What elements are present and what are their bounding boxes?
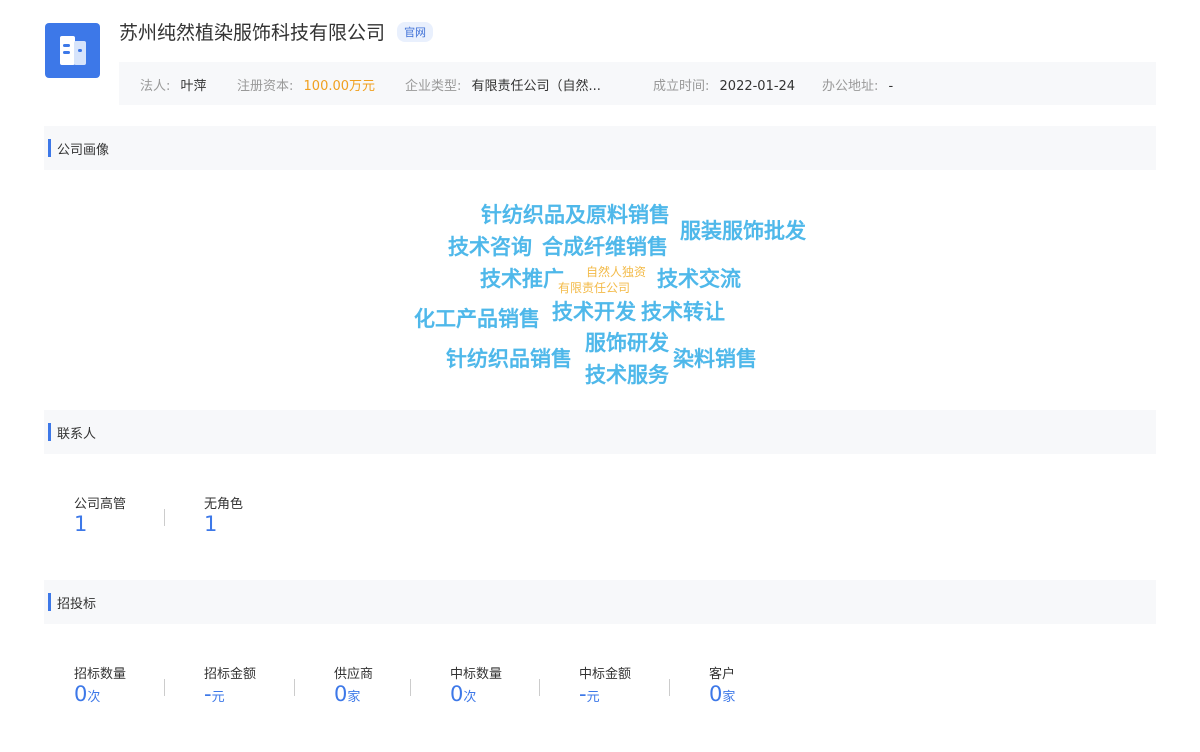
stat-value[interactable]: 0 (450, 682, 463, 706)
cloud-word[interactable]: 针纺织品销售 (446, 343, 572, 373)
section-accent-bar (48, 139, 51, 157)
contacts-section-title: 联系人 (57, 427, 97, 442)
stat-label: 中标金额 (579, 667, 632, 682)
stat-divider (410, 679, 411, 696)
stat-divider (669, 679, 670, 696)
cloud-word[interactable]: 技术交流 (657, 263, 741, 293)
bidding-section-title: 招投标 (57, 597, 97, 612)
bidding-stat-customers[interactable]: 客户 0家 (709, 663, 735, 710)
legal-person-value[interactable]: 叶萍 (181, 79, 207, 94)
registered-capital-label: 注册资本: (237, 79, 294, 94)
stat-unit: 次 (463, 690, 477, 705)
cloud-word[interactable]: 自然人独资 (586, 263, 646, 280)
stat-unit: 元 (586, 690, 600, 705)
stat-divider (164, 679, 165, 696)
stat-label: 招标金额 (204, 667, 257, 682)
portrait-section-title: 公司画像 (57, 143, 110, 158)
cloud-word[interactable]: 针纺织品及原料销售 (481, 199, 670, 229)
stat-unit: 元 (211, 690, 225, 705)
office-address: 办公地址: - (822, 75, 893, 94)
contact-stat-no-role[interactable]: 无角色 1 (204, 493, 243, 536)
established-date-label: 成立时间: (653, 79, 710, 94)
stat-value[interactable]: 0 (334, 682, 347, 706)
bidding-stat-tender-count[interactable]: 招标数量 0次 (74, 663, 126, 710)
stat-value[interactable]: 0 (709, 682, 722, 706)
cloud-word[interactable]: 化工产品销售 (414, 303, 540, 333)
company-name-text: 苏州纯然植染服饰科技有限公司 (119, 22, 386, 44)
cloud-word[interactable]: 技术转让 (641, 296, 725, 326)
company-info-bar: 法人: 叶萍 注册资本: 100.00万元 企业类型: 有限责任公司（自然...… (119, 62, 1156, 105)
company-type-label: 企业类型: (405, 79, 462, 94)
cloud-word[interactable]: 服装服饰批发 (680, 215, 806, 245)
cloud-word[interactable]: 技术推广 (480, 263, 564, 293)
cloud-word[interactable]: 技术咨询 (448, 231, 532, 261)
section-accent-bar (48, 423, 51, 441)
cloud-word[interactable]: 合成纤维销售 (542, 231, 668, 261)
bidding-stat-tender-amount[interactable]: 招标金额 -元 (204, 663, 256, 710)
company-logo (45, 23, 100, 78)
stat-label: 公司高管 (74, 497, 127, 512)
cloud-word[interactable]: 技术服务 (585, 359, 669, 389)
legal-person-label: 法人: (140, 79, 171, 94)
portrait-section-header: 公司画像 (44, 126, 1156, 170)
stat-value[interactable]: 1 (204, 512, 243, 536)
stat-label: 招标数量 (74, 667, 127, 682)
bidding-stat-win-count[interactable]: 中标数量 0次 (450, 663, 502, 710)
stat-label: 客户 (709, 667, 736, 682)
stat-unit: 家 (347, 690, 361, 705)
established-date: 成立时间: 2022-01-24 (653, 75, 795, 94)
bidding-stat-win-amount[interactable]: 中标金额 -元 (579, 663, 631, 710)
stat-value[interactable]: - (579, 682, 587, 706)
contacts-section-header: 联系人 (44, 410, 1156, 454)
stat-label: 供应商 (334, 667, 374, 682)
cloud-word[interactable]: 服饰研发 (585, 327, 669, 357)
stat-value[interactable]: 1 (74, 512, 126, 536)
bidding-stat-suppliers[interactable]: 供应商 0家 (334, 663, 373, 710)
stat-divider (294, 679, 295, 696)
cloud-word[interactable]: 有限责任公司 (558, 279, 630, 296)
cloud-word[interactable]: 染料销售 (673, 343, 757, 373)
company-type: 企业类型: 有限责任公司（自然... (405, 75, 601, 94)
office-address-label: 办公地址: (822, 79, 879, 94)
stat-unit: 次 (87, 690, 101, 705)
stat-divider (539, 679, 540, 696)
section-accent-bar (48, 593, 51, 611)
contact-stat-executives[interactable]: 公司高管 1 (74, 493, 126, 536)
registered-capital-value: 100.00万元 (303, 79, 376, 94)
stat-label: 无角色 (204, 497, 244, 512)
stat-label: 中标数量 (450, 667, 503, 682)
stat-value[interactable]: - (204, 682, 212, 706)
established-date-value: 2022-01-24 (719, 79, 796, 94)
stat-unit: 家 (722, 690, 736, 705)
stat-divider (164, 509, 165, 526)
stat-value[interactable]: 0 (74, 682, 87, 706)
official-site-tag[interactable]: 官网 (397, 22, 434, 42)
building-icon (60, 36, 86, 65)
registered-capital: 注册资本: 100.00万元 (237, 75, 375, 94)
office-address-value: - (888, 79, 894, 94)
company-type-value: 有限责任公司（自然... (471, 79, 601, 94)
company-name: 苏州纯然植染服饰科技有限公司 官网 (119, 18, 434, 45)
cloud-word[interactable]: 技术开发 (552, 296, 636, 326)
legal-person: 法人: 叶萍 (140, 75, 207, 94)
bidding-section-header: 招投标 (44, 580, 1156, 624)
